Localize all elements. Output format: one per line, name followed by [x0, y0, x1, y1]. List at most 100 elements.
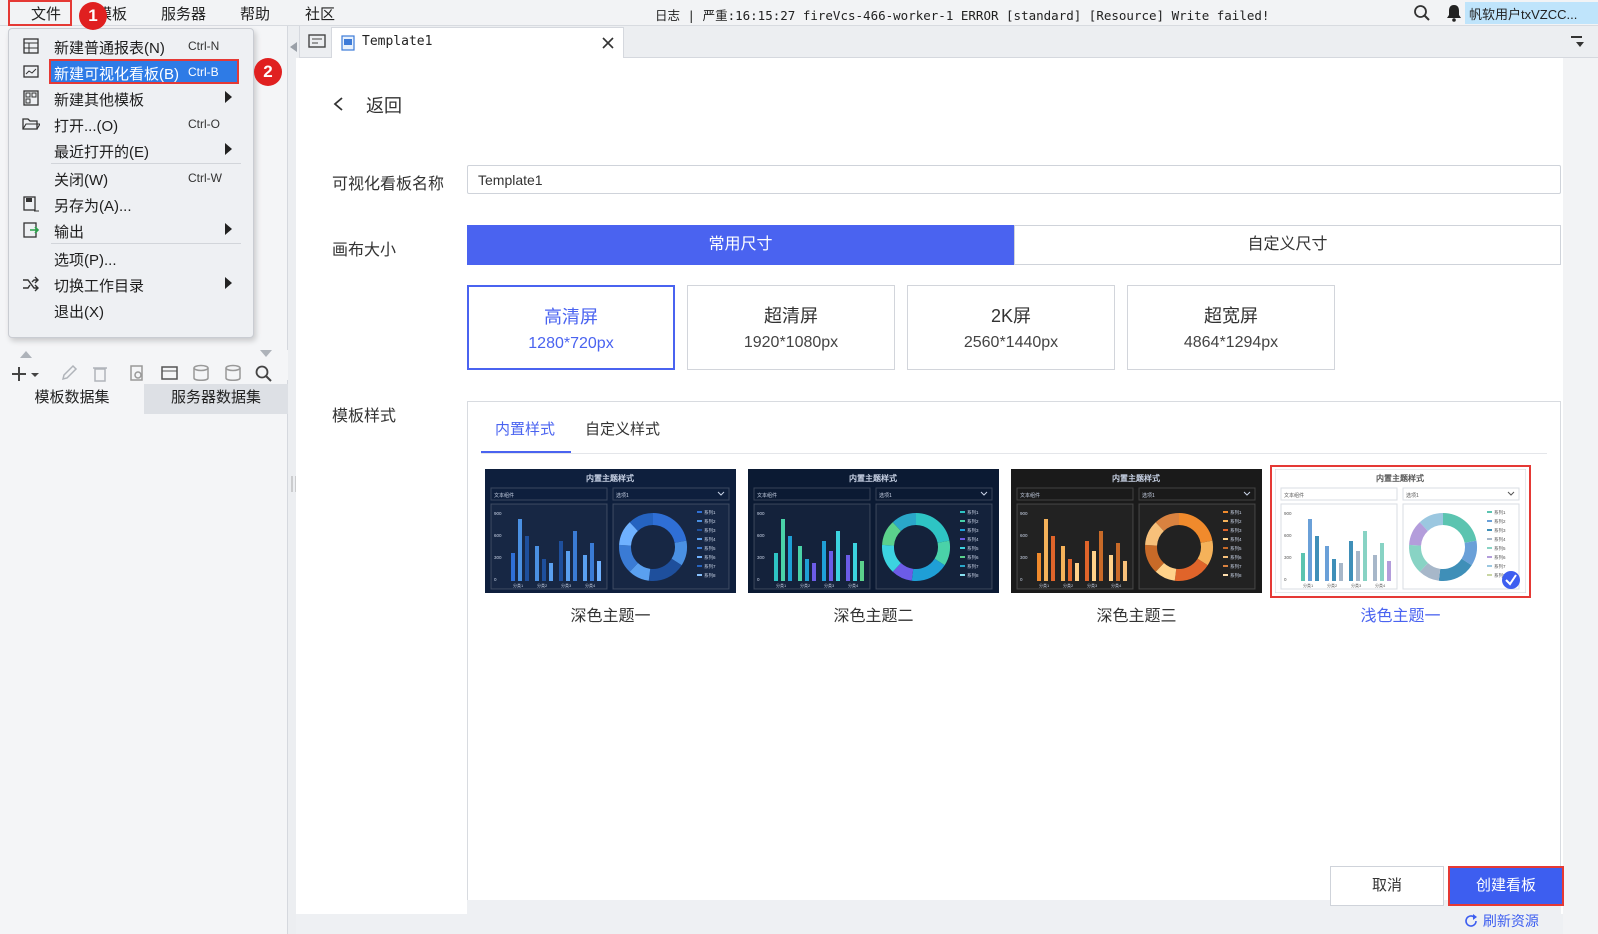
- svg-text:选项1: 选项1: [616, 492, 629, 499]
- edit-icon[interactable]: [60, 364, 78, 382]
- svg-text:文本组件: 文本组件: [494, 492, 514, 499]
- menu-shortcut: Ctrl-O: [188, 117, 220, 131]
- menu-label: 切换工作目录: [54, 278, 145, 295]
- search-icon[interactable]: [1413, 4, 1431, 22]
- size-card-hd[interactable]: 高清屏 1280*720px: [467, 285, 675, 370]
- tab-server-dataset[interactable]: 服务器数据集: [144, 384, 288, 414]
- size-card-ultrawide[interactable]: 超宽屏 4864*1294px: [1127, 285, 1335, 370]
- size-dim: 1920*1080px: [743, 334, 839, 351]
- svg-text:文本组件: 文本组件: [757, 492, 777, 499]
- tab-menu-icon[interactable]: [1570, 34, 1586, 50]
- svg-text:900: 900: [494, 511, 502, 516]
- menu-item-export[interactable]: 输出: [9, 218, 253, 242]
- menu-community[interactable]: 社区: [305, 3, 335, 24]
- menu-item-save-as[interactable]: 另存为(A)...: [9, 192, 253, 216]
- refresh-icon: [1465, 914, 1477, 927]
- menu-shortcut: Ctrl-B: [188, 65, 219, 79]
- document-tab[interactable]: Template1: [331, 27, 624, 58]
- svg-text:分类3: 分类3: [561, 582, 572, 588]
- preview-icon[interactable]: [128, 364, 146, 382]
- menu-item-close[interactable]: 关闭(W) Ctrl-W: [9, 166, 253, 190]
- canvas-size-label: 画布大小: [332, 242, 397, 259]
- log-status-text[interactable]: 日志 | 严重:16:15:27 fireVcs-466-worker-1 ER…: [655, 5, 1269, 24]
- svg-text:900: 900: [1020, 511, 1028, 516]
- menu-item-switch-dir[interactable]: 切换工作目录: [9, 272, 253, 296]
- submenu-arrow-icon: [225, 143, 232, 155]
- size-card-2k[interactable]: 2K屏 2560*1440px: [907, 285, 1115, 370]
- theme-name[interactable]: 浅色主题一: [1275, 602, 1526, 626]
- menu-label: 打开...(O): [54, 118, 119, 135]
- svg-text:系列2: 系列2: [967, 518, 979, 525]
- menu-label: 新建其他模板: [54, 92, 145, 109]
- chevron-left-icon: [333, 97, 343, 111]
- collapse-left-icon[interactable]: [290, 42, 298, 52]
- database-icon[interactable]: [192, 364, 212, 382]
- refresh-resources-link[interactable]: 刷新资源: [1463, 911, 1539, 931]
- svg-text:分类1: 分类1: [1039, 582, 1050, 588]
- file-dropdown-menu: 新建普通报表(N) Ctrl-N 新建可视化看板(B) Ctrl-B 新建其他模…: [8, 28, 254, 338]
- search-dataset-icon[interactable]: [254, 364, 274, 382]
- expand-down-icon[interactable]: [260, 350, 272, 358]
- name-label: 可视化看板名称: [332, 176, 445, 193]
- create-dashboard-button[interactable]: 创建看板: [1448, 866, 1564, 906]
- tab-template-dataset[interactable]: 模板数据集: [2, 384, 142, 414]
- svg-text:系列8: 系列8: [967, 572, 979, 579]
- tab-custom-style[interactable]: 自定义样式: [585, 418, 660, 439]
- refresh-label: 刷新资源: [1482, 913, 1539, 929]
- size-name: 超宽屏: [1204, 306, 1258, 326]
- menu-item-new-dashboard[interactable]: 新建可视化看板(B) Ctrl-B: [9, 60, 253, 84]
- expand-up-icon[interactable]: [20, 350, 32, 358]
- svg-text:600: 600: [1020, 533, 1028, 538]
- svg-text:系列7: 系列7: [704, 563, 716, 570]
- svg-text:600: 600: [757, 533, 765, 538]
- svg-text:系列8: 系列8: [1230, 572, 1242, 579]
- server-db-icon[interactable]: [224, 364, 244, 382]
- theme-thumb-dark-3[interactable]: 内置主题样式 文本组件 选项1 900 600 300 0 分类1 分类2 分类3 分类4 系列1 系列…: [1011, 469, 1262, 593]
- dashboard-name-input[interactable]: [467, 165, 1561, 194]
- thumb-title: 内置主题样式: [1112, 473, 1160, 483]
- menu-item-new-report[interactable]: 新建普通报表(N) Ctrl-N: [9, 34, 253, 58]
- back-button[interactable]: 返回: [332, 92, 412, 116]
- size-mode-custom[interactable]: 自定义尺寸: [1014, 225, 1561, 265]
- theme-preview: 内置主题样式文本组件 选项19006003000分类1 分类2 分类3 分类4系列1系列…: [1011, 469, 1262, 593]
- theme-name[interactable]: 深色主题一: [485, 602, 736, 626]
- menu-item-exit[interactable]: 退出(X): [9, 298, 253, 322]
- svg-text:文本组件: 文本组件: [1020, 492, 1040, 499]
- svg-text:系列8: 系列8: [704, 572, 716, 579]
- theme-name[interactable]: 深色主题二: [748, 602, 999, 626]
- tab-list-icon[interactable]: [308, 33, 326, 51]
- menu-item-new-other[interactable]: 新建其他模板: [9, 86, 253, 110]
- menu-help[interactable]: 帮助: [240, 3, 270, 24]
- user-account[interactable]: 帆软用户txVZCC...: [1465, 2, 1598, 24]
- menu-item-recent[interactable]: 最近打开的(E): [9, 138, 253, 162]
- export-icon: [23, 222, 40, 238]
- step-badge-2: 2: [254, 58, 282, 86]
- svg-text:系列3: 系列3: [1230, 527, 1242, 534]
- svg-text:分类2: 分类2: [1063, 582, 1074, 588]
- bell-icon[interactable]: [1446, 4, 1462, 22]
- menu-item-options[interactable]: 选项(P)...: [9, 246, 253, 270]
- add-dataset-icon[interactable]: [10, 365, 40, 383]
- svg-text:分类2: 分类2: [800, 582, 811, 588]
- close-icon[interactable]: [602, 37, 614, 49]
- svg-text:选项1: 选项1: [1142, 492, 1155, 499]
- size-card-fhd[interactable]: 超清屏 1920*1080px: [687, 285, 895, 370]
- menu-divider: [51, 163, 241, 164]
- grid-report-icon: [23, 38, 39, 54]
- size-name: 高清屏: [544, 307, 598, 327]
- menu-label: 输出: [54, 224, 85, 241]
- document-tab-title: Template1: [362, 34, 433, 49]
- size-mode-common[interactable]: 常用尺寸: [467, 225, 1014, 265]
- dataset-params-icon[interactable]: [160, 364, 180, 382]
- svg-text:系列4: 系列4: [1230, 536, 1242, 543]
- theme-thumb-dark-2[interactable]: 内置主题样式 文本组件 选项1 900 600 300 0 分类1 分类2 分类3 分类4 系列1 系列…: [748, 469, 999, 593]
- theme-thumb-dark-1[interactable]: 内置主题样式 文本组件 选项1 900 600 300 0 分类1 分类2 分类3 分类4 系列1 系列…: [485, 469, 736, 593]
- menu-item-open[interactable]: 打开...(O) Ctrl-O: [9, 112, 253, 136]
- svg-text:600: 600: [494, 533, 502, 538]
- delete-icon[interactable]: [91, 364, 109, 382]
- theme-name[interactable]: 深色主题三: [1011, 602, 1262, 626]
- tab-builtin-style[interactable]: 内置样式: [495, 418, 555, 439]
- cancel-button[interactable]: 取消: [1330, 866, 1444, 906]
- submenu-arrow-icon: [225, 277, 232, 289]
- menu-server[interactable]: 服务器: [161, 3, 206, 24]
